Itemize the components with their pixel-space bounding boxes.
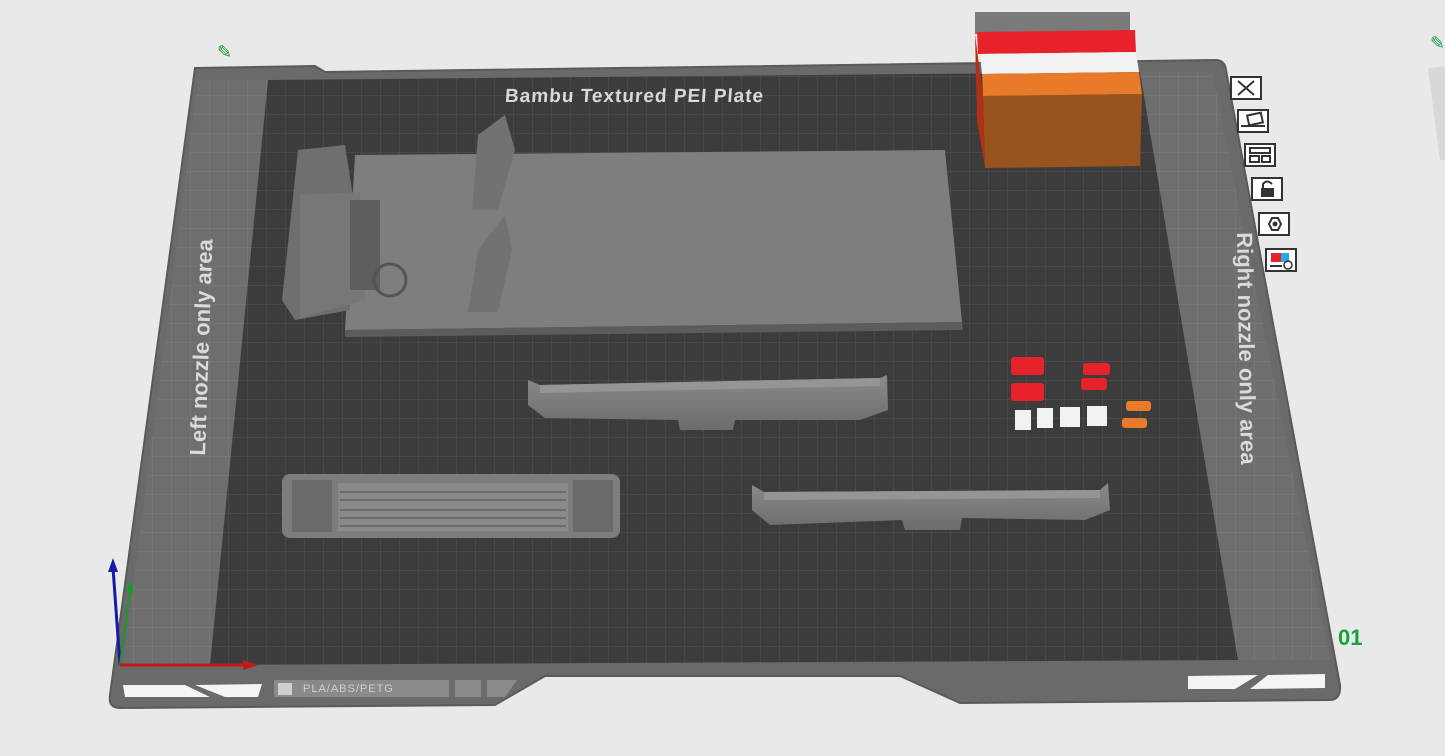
edit-next-plate-name-icon[interactable]: ✎ bbox=[1430, 33, 1445, 54]
grille-part[interactable] bbox=[282, 474, 620, 538]
settings-icon bbox=[1258, 212, 1290, 236]
filament-swatch bbox=[455, 680, 481, 697]
plate-settings-button[interactable] bbox=[1257, 211, 1291, 237]
close-plate-button[interactable] bbox=[1229, 75, 1263, 101]
prime-tower[interactable] bbox=[975, 12, 1142, 168]
lock-icon bbox=[1251, 177, 1283, 201]
filament-map-icon bbox=[1265, 248, 1297, 272]
filament-icon bbox=[278, 683, 292, 695]
plate-filament-button[interactable] bbox=[1264, 247, 1298, 273]
auto-orient-button[interactable] bbox=[1236, 108, 1270, 134]
arrange-icon bbox=[1244, 143, 1276, 167]
right-nozzle-label: Right nozzle only area bbox=[1232, 232, 1262, 465]
lock-plate-button[interactable] bbox=[1250, 176, 1284, 202]
filament-type-label: PLA/ABS/PETG bbox=[303, 683, 394, 695]
close-icon bbox=[1230, 76, 1262, 100]
auto-orient-icon bbox=[1237, 109, 1269, 133]
edit-plate-name-icon[interactable]: ✎ bbox=[217, 42, 232, 63]
next-plate-edge bbox=[1428, 66, 1445, 160]
plate-number[interactable]: 01 bbox=[1338, 625, 1362, 651]
3d-viewport[interactable] bbox=[0, 0, 1445, 756]
plate-title: Bambu Textured PEI Plate bbox=[504, 86, 765, 107]
arrange-button[interactable] bbox=[1243, 142, 1277, 168]
